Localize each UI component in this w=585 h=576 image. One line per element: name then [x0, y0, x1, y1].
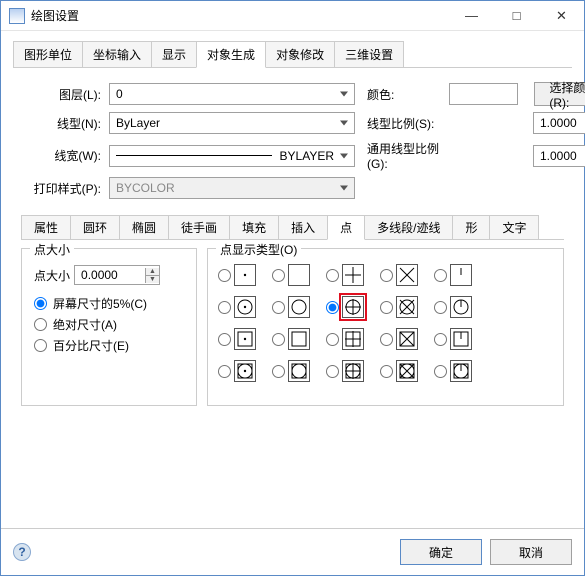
radio-absolute[interactable]: 绝对尺寸(A) — [34, 316, 188, 333]
tab-ellipse[interactable]: 椭圆 — [119, 215, 169, 239]
pdmode-glyph-icon — [234, 328, 256, 350]
lineweight-label: 线宽(W): — [25, 147, 101, 164]
app-icon — [9, 8, 25, 24]
pdmode-glyph-icon — [342, 264, 364, 286]
minimize-button[interactable]: — — [449, 1, 494, 30]
pdmode-glyph-icon — [396, 360, 418, 382]
window-title: 绘图设置 — [31, 7, 449, 24]
tab-shape[interactable]: 形 — [452, 215, 490, 239]
point-display-group-title: 点显示类型(O) — [216, 241, 301, 258]
pdmode-glyph-icon — [342, 296, 364, 318]
pdmode-glyph-icon — [288, 296, 310, 318]
titlebar: 绘图设置 — □ ✕ — [1, 1, 584, 31]
pdmode-glyph-icon — [234, 264, 256, 286]
pdmode-option-0-1[interactable] — [272, 261, 322, 289]
lineweight-select[interactable]: BYLAYER — [109, 145, 355, 167]
pdmode-glyph-icon — [396, 296, 418, 318]
tab-display[interactable]: 显示 — [151, 41, 197, 67]
pdmode-glyph-icon — [450, 296, 472, 318]
pdmode-option-2-4[interactable] — [434, 325, 484, 353]
pdmode-option-2-0[interactable] — [218, 325, 268, 353]
tab-text[interactable]: 文字 — [489, 215, 539, 239]
tab-hatch[interactable]: 填充 — [229, 215, 279, 239]
pdmode-glyph-icon — [234, 360, 256, 382]
tab-insert[interactable]: 插入 — [278, 215, 328, 239]
pdmode-glyph-icon — [342, 328, 364, 350]
radio-percent[interactable]: 百分比尺寸(E) — [34, 337, 188, 354]
celtscale-input[interactable]: 1.0000▲▼ — [533, 145, 585, 167]
tab-entity-create[interactable]: 对象生成 — [196, 41, 266, 68]
pdmode-option-1-0[interactable] — [218, 293, 268, 321]
maximize-button[interactable]: □ — [494, 1, 539, 30]
pdmode-option-0-2[interactable] — [326, 261, 376, 289]
pdmode-glyph-icon — [396, 328, 418, 350]
pdmode-glyph-icon — [450, 360, 472, 382]
pdmode-glyph-icon — [450, 264, 472, 286]
pdmode-option-3-4[interactable] — [434, 357, 484, 385]
plotstyle-select: BYCOLOR — [109, 177, 355, 199]
pdmode-option-3-1[interactable] — [272, 357, 322, 385]
close-button[interactable]: ✕ — [539, 1, 584, 30]
ltscale-input[interactable]: 1.0000▲▼ — [533, 112, 585, 134]
sub-tabs: 属性 圆环 椭圆 徒手画 填充 插入 点 多线段/迹线 形 文字 — [21, 215, 564, 240]
tab-units[interactable]: 图形单位 — [13, 41, 83, 67]
color-swatch — [449, 83, 518, 105]
ok-button[interactable]: 确定 — [400, 539, 482, 565]
tab-attribute[interactable]: 属性 — [21, 215, 71, 239]
pdmode-option-2-1[interactable] — [272, 325, 322, 353]
tab-coord-input[interactable]: 坐标输入 — [82, 41, 152, 67]
point-size-group: 点大小 点大小 0.0000▲▼ 屏幕尺寸的5%(C) 绝对尺寸(A) 百分比尺… — [21, 248, 197, 406]
point-size-label: 点大小 — [34, 267, 70, 284]
radio-screen-percent[interactable]: 屏幕尺寸的5%(C) — [34, 295, 188, 312]
layer-select[interactable]: 0 — [109, 83, 355, 105]
cancel-button[interactable]: 取消 — [490, 539, 572, 565]
dialog-footer: ? 确定 取消 — [1, 528, 584, 575]
plotstyle-label: 打印样式(P): — [25, 180, 101, 197]
tab-point[interactable]: 点 — [327, 215, 365, 240]
color-label: 颜色: — [367, 86, 441, 103]
pdmode-option-0-0[interactable] — [218, 261, 268, 289]
pdmode-option-1-2[interactable] — [326, 293, 376, 321]
spinner-down-icon[interactable]: ▼ — [145, 276, 159, 283]
pdmode-option-3-3[interactable] — [380, 357, 430, 385]
pdmode-option-1-4[interactable] — [434, 293, 484, 321]
tab-freehand[interactable]: 徒手画 — [168, 215, 230, 239]
point-display-group: 点显示类型(O) — [207, 248, 564, 406]
pdmode-option-0-3[interactable] — [380, 261, 430, 289]
pdmode-option-2-3[interactable] — [380, 325, 430, 353]
pdmode-glyph-icon — [450, 328, 472, 350]
pdmode-option-3-0[interactable] — [218, 357, 268, 385]
pdmode-option-0-4[interactable] — [434, 261, 484, 289]
point-size-group-title: 点大小 — [30, 241, 74, 258]
pdmode-glyph-icon — [288, 360, 310, 382]
pdmode-glyph-icon — [288, 264, 310, 286]
spinner-up-icon[interactable]: ▲ — [145, 268, 159, 276]
pdmode-option-1-3[interactable] — [380, 293, 430, 321]
ltscale-label: 线型比例(S): — [367, 115, 459, 132]
tab-polyline[interactable]: 多线段/迹线 — [364, 215, 453, 239]
point-size-input[interactable]: 0.0000▲▼ — [74, 265, 160, 285]
pdmode-glyph-icon — [342, 360, 364, 382]
pdmode-glyph-icon — [234, 296, 256, 318]
tab-3d-settings[interactable]: 三维设置 — [334, 41, 404, 67]
pdmode-option-1-1[interactable] — [272, 293, 322, 321]
choose-color-button[interactable]: 选择颜色(R): — [534, 82, 585, 106]
layer-label: 图层(L): — [25, 86, 101, 103]
dialog-window: 绘图设置 — □ ✕ 图形单位 坐标输入 显示 对象生成 对象修改 三维设置 图… — [0, 0, 585, 576]
help-button[interactable]: ? — [13, 543, 31, 561]
tab-donut[interactable]: 圆环 — [70, 215, 120, 239]
pdmode-glyph-icon — [396, 264, 418, 286]
linetype-select[interactable]: ByLayer — [109, 112, 355, 134]
pdmode-option-2-2[interactable] — [326, 325, 376, 353]
main-tabs: 图形单位 坐标输入 显示 对象生成 对象修改 三维设置 — [13, 41, 572, 68]
pdmode-option-3-2[interactable] — [326, 357, 376, 385]
celtscale-label: 通用线型比例(G): — [367, 140, 459, 171]
linetype-label: 线型(N): — [25, 115, 101, 132]
pdmode-glyph-icon — [288, 328, 310, 350]
tab-entity-modify[interactable]: 对象修改 — [265, 41, 335, 67]
